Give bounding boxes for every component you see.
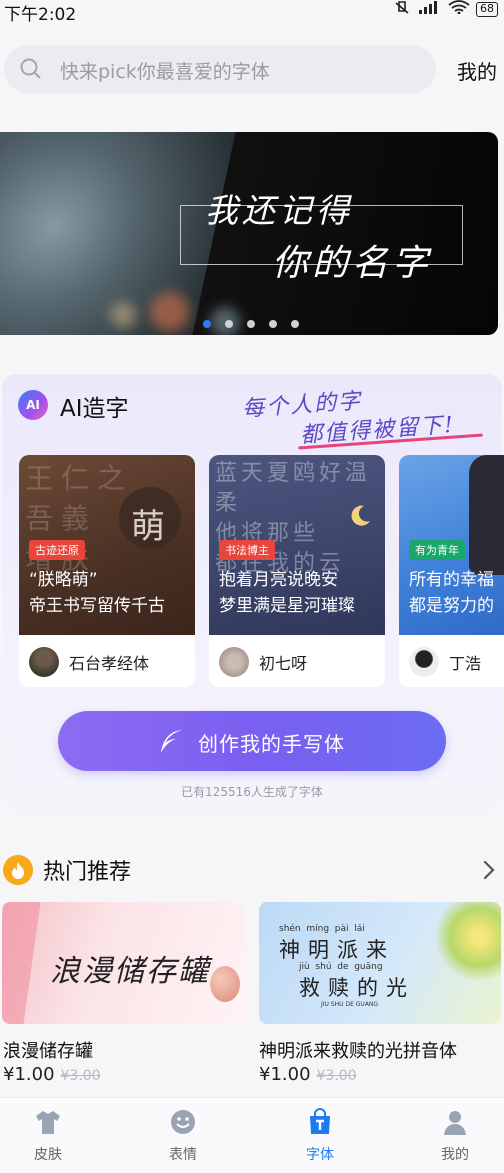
- chevron-right-icon[interactable]: [481, 858, 497, 886]
- font-card-line2: 梦里满是星河璀璨: [219, 596, 355, 616]
- font-card-footer: 初七呀: [209, 635, 385, 687]
- avatar: [219, 647, 249, 677]
- create-handwriting-button[interactable]: 创作我的手写体: [58, 711, 446, 771]
- banner-headline-line1: 我还记得: [205, 191, 353, 230]
- font-card-author: 初七呀: [259, 654, 308, 673]
- tab-skin[interactable]: 皮肤: [0, 1098, 111, 1173]
- font-card-line2: 帝王书写留传千古: [29, 596, 165, 616]
- tab-label: 字体: [306, 1147, 334, 1163]
- tab-label: 我的: [441, 1147, 469, 1163]
- font-card-tag: 书法博主: [219, 540, 275, 560]
- carousel-dot[interactable]: [203, 320, 211, 328]
- product-card-image[interactable]: shén míng pài lái 神明派来 jiù shú de guāng …: [259, 902, 501, 1024]
- banner-headline-line2: 你的名字: [272, 243, 433, 284]
- font-card-image: 蓝天夏鸥好温柔 他将那些 都在我的云 书法博主 抱着月亮说晚安 梦里满是星河璀璨: [209, 455, 385, 635]
- product-name[interactable]: 神明派来救赎的光拼音体: [259, 1037, 457, 1063]
- font-card-line2: 都是努力的: [409, 596, 494, 616]
- decor-ribbon: [2, 902, 42, 1024]
- fire-icon: [3, 855, 33, 885]
- search-input[interactable]: 快来pick你最喜爱的字体: [4, 45, 436, 93]
- avatar: [29, 647, 59, 677]
- font-card[interactable]: 王仁之吾義增朕 萌 古迹还原 “朕略萌” 帝王书写留传千古 石台孝经体: [19, 455, 195, 687]
- product-price: ¥1.00 ¥3.00: [3, 1064, 101, 1085]
- status-time: 下午2:02: [4, 5, 77, 25]
- status-icons: 68: [394, 0, 498, 18]
- art-caption: JIU SHU DE GUANG: [321, 1001, 379, 1008]
- pinyin-line1: shén míng pài lái: [279, 924, 365, 934]
- product-name[interactable]: 浪漫储存罐: [3, 1037, 93, 1063]
- decorative-glyphs: 王仁之吾義增朕: [25, 462, 134, 575]
- font-card-tag: 古迹还原: [29, 540, 85, 560]
- battery-indicator: 68: [476, 1, 498, 17]
- carousel-dot[interactable]: [269, 320, 277, 328]
- font-card-author: 石台孝经体: [69, 654, 150, 673]
- user-icon: [444, 1111, 466, 1135]
- feather-icon: [161, 730, 182, 753]
- moon-icon: [351, 505, 370, 526]
- person-illustration: [469, 455, 504, 575]
- shirt-icon: [36, 1111, 60, 1134]
- avatar: [409, 647, 439, 677]
- product-card-image[interactable]: 浪漫储存罐: [2, 902, 244, 1024]
- product-art-text: 浪漫储存罐: [50, 954, 210, 989]
- art-line2: 救赎的光: [299, 976, 415, 1000]
- search-icon: [19, 57, 43, 85]
- font-bag-icon: [310, 1108, 330, 1134]
- font-card-image: 有为青年 所有的幸福 都是努力的: [399, 455, 504, 635]
- seal-glyph: 萌: [131, 507, 165, 547]
- pinyin-line2: jiù shú de guāng: [299, 962, 383, 972]
- font-card[interactable]: 有为青年 所有的幸福 都是努力的 丁浩: [399, 455, 504, 687]
- font-card-tag: 有为青年: [409, 540, 465, 560]
- wifi-icon: [448, 0, 470, 18]
- decor-foliage: [434, 902, 501, 982]
- price-current: ¥1.00: [259, 1064, 311, 1085]
- art-line1: 神明派来: [279, 938, 395, 962]
- price-original: ¥3.00: [60, 1068, 101, 1084]
- font-card-footer: 丁浩: [399, 635, 504, 687]
- signal-icon: [418, 0, 442, 18]
- tab-label: 皮肤: [34, 1147, 62, 1163]
- section-title-ai: AI造字: [60, 396, 129, 422]
- ai-logo-icon: AI: [18, 390, 48, 420]
- my-fonts-link[interactable]: 我的: [457, 56, 497, 85]
- carousel-dot[interactable]: [225, 320, 233, 328]
- font-card-author: 丁浩: [449, 654, 482, 673]
- price-current: ¥1.00: [3, 1064, 55, 1085]
- bottom-tab-bar: 皮肤 表情 字体 我的: [0, 1097, 504, 1173]
- tab-emoji[interactable]: 表情: [120, 1098, 246, 1173]
- tab-font[interactable]: 字体: [257, 1098, 383, 1173]
- tab-me[interactable]: 我的: [392, 1098, 504, 1173]
- section-title-hot: 热门推荐: [43, 860, 132, 885]
- font-card[interactable]: 蓝天夏鸥好温柔 他将那些 都在我的云 书法博主 抱着月亮说晚安 梦里满是星河璀璨 初…: [209, 455, 385, 687]
- create-button-label: 创作我的手写体: [198, 732, 345, 756]
- banner-bokeh: [110, 302, 136, 328]
- created-count-text: 已有125516人生成了字体: [181, 785, 323, 799]
- font-card-image: 王仁之吾義增朕 萌 古迹还原 “朕略萌” 帝王书写留传千古: [19, 455, 195, 635]
- product-price: ¥1.00 ¥3.00: [259, 1064, 357, 1085]
- tab-label: 表情: [169, 1147, 197, 1163]
- search-placeholder: 快来pick你最喜爱的字体: [60, 61, 270, 83]
- price-original: ¥3.00: [316, 1068, 357, 1084]
- carousel-dot[interactable]: [291, 320, 299, 328]
- carousel-dot[interactable]: [247, 320, 255, 328]
- font-card-line1: 所有的幸福: [409, 570, 494, 590]
- smiley-icon: [171, 1110, 195, 1134]
- balloon-icon: [210, 966, 240, 1002]
- font-card-line1: 抱着月亮说晚安: [219, 570, 338, 590]
- mute-icon: [394, 0, 412, 18]
- font-card-footer: 石台孝经体: [19, 635, 195, 687]
- status-bar: 下午2:02 68: [0, 0, 504, 25]
- carousel-dots: [203, 320, 299, 328]
- font-card-line1: “朕略萌”: [29, 570, 98, 590]
- banner-bokeh: [150, 292, 190, 332]
